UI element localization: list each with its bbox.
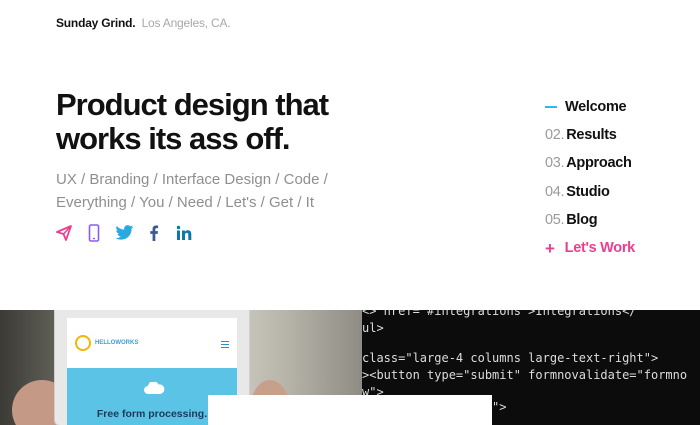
brand[interactable]: Sunday Grind. Los Angeles, CA. — [56, 16, 231, 30]
app-logo-text: HELLOWORKS — [95, 340, 139, 346]
app-header: HELLOWORKS — [67, 318, 237, 368]
nav-label-results: Results — [566, 127, 617, 144]
hamburger-menu-icon — [221, 339, 229, 350]
nav-item-studio[interactable]: 04. Studio — [545, 178, 635, 206]
service-tags: UX / Branding / Interface Design / Code … — [56, 168, 336, 214]
content-card — [208, 395, 492, 425]
hero-headline: Product design that works its ass off. — [56, 88, 356, 156]
code-line: <> href="#integrations">Integrations</ — [362, 310, 637, 318]
tags-line-1: UX / Branding / Interface Design / Code … — [56, 171, 328, 188]
mobile-phone-icon[interactable] — [84, 223, 104, 243]
nav-label-approach: Approach — [566, 155, 632, 172]
nav-item-approach[interactable]: 03. Approach — [545, 149, 635, 177]
nav-label-welcome: Welcome — [565, 99, 627, 116]
nav-item-blog[interactable]: 05. Blog — [545, 206, 635, 234]
nav-number: 04. — [545, 183, 565, 200]
main-nav: Welcome 02. Results 03. Approach 04. Stu… — [545, 93, 635, 262]
nav-label-studio: Studio — [566, 183, 610, 200]
headline-line-1: Product design that — [56, 87, 329, 122]
brand-location: Los Angeles, CA. — [141, 16, 231, 30]
tags-line-2: Everything / You / Need / Let's / Get / … — [56, 194, 315, 211]
social-links — [54, 223, 194, 243]
code-line: ul> — [362, 321, 384, 335]
code-line: ><button type="submit" formnovalidate="f… — [362, 368, 688, 382]
headline-line-2: works its ass off. — [56, 121, 291, 156]
plus-icon: + — [545, 238, 555, 258]
nav-number: 03. — [545, 155, 565, 172]
paper-plane-icon[interactable] — [54, 223, 74, 243]
nav-label-blog: Blog — [566, 211, 598, 228]
facebook-icon[interactable] — [144, 223, 164, 243]
nav-number: 05. — [545, 211, 565, 228]
cloud-icon — [144, 382, 165, 394]
brand-name[interactable]: Sunday Grind. — [56, 16, 136, 30]
linkedin-icon[interactable] — [174, 223, 194, 243]
twitter-icon[interactable] — [114, 223, 134, 243]
nav-item-lets-work[interactable]: + Let's Work — [545, 234, 635, 262]
nav-item-welcome[interactable]: Welcome — [545, 93, 635, 121]
active-indicator — [545, 106, 557, 109]
nav-number: 02. — [545, 127, 565, 144]
atom-logo-icon — [75, 335, 91, 351]
nav-label-lets-work: Let's Work — [564, 240, 636, 257]
nav-item-results[interactable]: 02. Results — [545, 121, 635, 149]
